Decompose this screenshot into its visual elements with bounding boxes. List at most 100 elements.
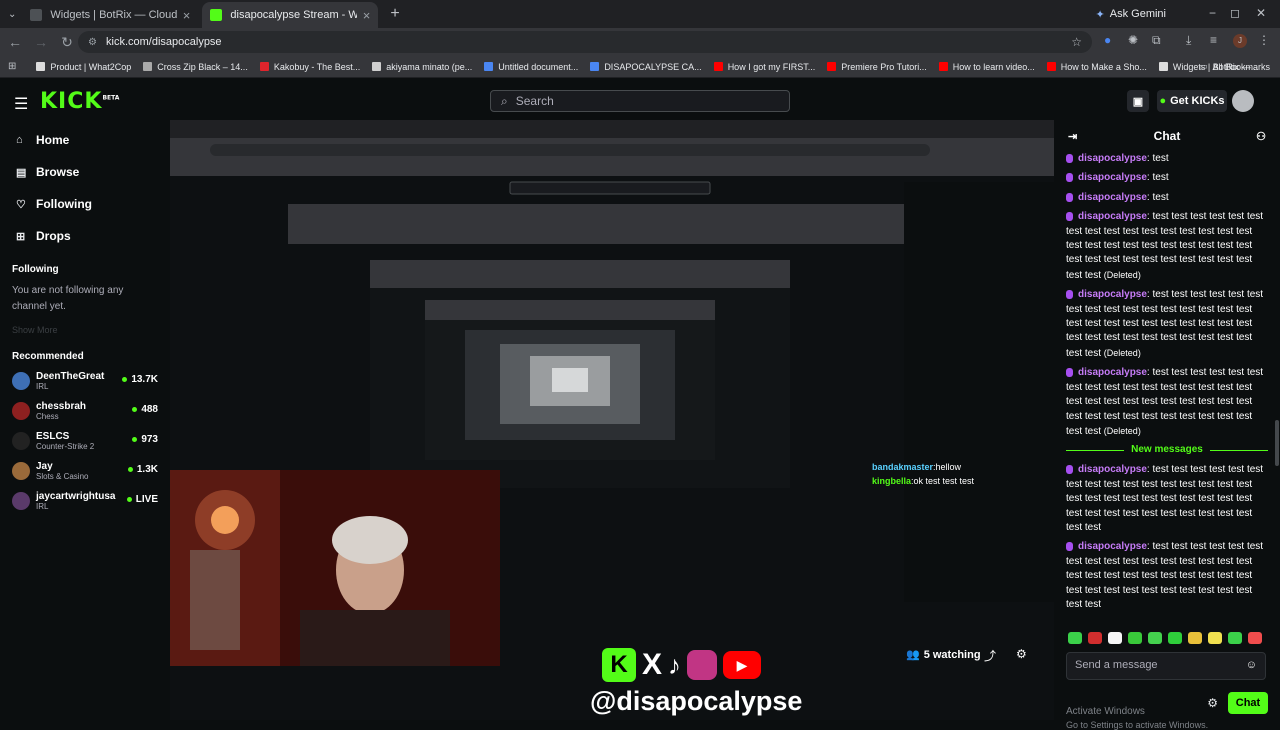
gemini-icon: ✦ — [1095, 8, 1105, 21]
recommended-channel[interactable]: jaycartwrightusa IRL LIVE — [0, 486, 170, 516]
chat-username[interactable]: disapocalypse — [1078, 192, 1147, 203]
bookmark-item[interactable]: How to Make a Sho... — [1046, 62, 1147, 72]
send-chat-button[interactable]: Chat — [1228, 692, 1268, 714]
emote-icon[interactable] — [1188, 632, 1202, 644]
search-icon: ⌕ — [501, 93, 508, 108]
extensions-puzzle-icon[interactable]: ⧉ — [1152, 33, 1161, 48]
channel-category: IRL — [36, 502, 49, 511]
emote-icon[interactable] — [1248, 632, 1262, 644]
emote-icon[interactable] — [1108, 632, 1122, 644]
minimize-button[interactable]: − — [1209, 6, 1216, 20]
chat-username[interactable]: disapocalypse — [1078, 211, 1147, 222]
recommended-channel[interactable]: ESLCS Counter-Strike 2 973 — [0, 426, 170, 456]
show-more-link[interactable]: Show More — [0, 325, 170, 335]
chat-username[interactable]: disapocalypse — [1078, 367, 1147, 378]
all-bookmarks-folder[interactable]: ▭ All Bookmarks — [1199, 61, 1270, 72]
profile-avatar[interactable]: J — [1233, 34, 1247, 48]
tab-title: disapocalypse Stream - Wa — [230, 9, 357, 21]
recommended-channel[interactable]: DeenTheGreat IRL 13.7K — [0, 366, 170, 396]
browser-menu-icon[interactable]: ⋮ — [1258, 33, 1270, 47]
recommended-channel[interactable]: Jay Slots & Casino 1.3K — [0, 456, 170, 486]
nav-item-browse[interactable]: ▤ Browse — [0, 156, 170, 188]
bookmark-item[interactable]: Kakobuy - The Best... — [259, 62, 360, 72]
site-info-icon[interactable]: ⚙ — [88, 37, 97, 48]
emote-icon[interactable] — [1128, 632, 1142, 644]
reload-icon[interactable]: ↻ — [54, 34, 80, 51]
hamburger-menu-icon[interactable]: ☰ — [14, 94, 28, 114]
nav-item-drops[interactable]: ⊞ Drops — [0, 220, 170, 252]
emote-icon[interactable] — [1208, 632, 1222, 644]
back-arrow-icon[interactable]: ← — [2, 34, 28, 50]
get-kicks-label: Get KICKs — [1170, 95, 1225, 107]
user-badge-icon — [1066, 465, 1073, 475]
apps-grid-icon[interactable]: ⊞ — [8, 61, 16, 72]
bookmark-favicon-icon — [938, 62, 948, 71]
following-icon: ♡ — [16, 198, 26, 211]
deleted-label: (Deleted) — [1103, 425, 1141, 436]
channel-avatar — [12, 402, 30, 420]
chat-settings-icon[interactable]: ⚙ — [1207, 696, 1218, 710]
user-avatar[interactable] — [1232, 90, 1254, 112]
bookmark-item[interactable]: How I got my FIRST... — [713, 62, 815, 72]
recommended-channel[interactable]: chessbrah Chess 488 — [0, 396, 170, 426]
tab-kick[interactable]: disapocalypse Stream - Wa × — [202, 2, 379, 28]
chat-username[interactable]: disapocalypse — [1078, 289, 1147, 300]
collapse-chat-icon[interactable]: ⇥ — [1068, 130, 1077, 143]
tab-close-icon[interactable]: × — [363, 8, 371, 23]
bookmark-favicon-icon — [36, 62, 46, 71]
viewer-count: 👥 5 watching — [906, 648, 981, 662]
bookmark-item[interactable]: Product | What2Cop — [36, 62, 131, 72]
url-field[interactable]: ⚙ kick.com/disapocalypse ☆ — [78, 31, 1092, 53]
chat-users-icon[interactable]: ⚇ — [1256, 130, 1266, 143]
dashboard-button[interactable]: ▣ — [1127, 90, 1149, 112]
tab-botrix[interactable]: Widgets | BotRix — Cloud Strea × — [22, 2, 198, 28]
chat-message: disapocalypse: test — [1066, 171, 1268, 185]
ask-gemini-label: Ask Gemini — [1109, 8, 1166, 20]
kick-logo[interactable]: KICKBETA — [40, 89, 119, 114]
stream-video-player[interactable]: bandakmaster: hellow kingbella: ok test … — [170, 120, 1054, 720]
bookmark-favicon-icon — [259, 62, 269, 71]
emoji-picker-icon[interactable]: ☺ — [1246, 659, 1257, 671]
download-icon[interactable]: ⤓ — [1186, 33, 1191, 48]
get-kicks-button[interactable]: ● Get KICKs — [1157, 90, 1227, 112]
emote-icon[interactable] — [1068, 632, 1082, 644]
nav-item-following[interactable]: ♡ Following — [0, 188, 170, 220]
bookmark-item[interactable]: Cross Zip Black – 14... — [143, 62, 248, 72]
chat-username[interactable]: disapocalypse — [1078, 541, 1147, 552]
reading-list-icon[interactable]: ≡ — [1210, 33, 1217, 47]
bookmark-item[interactable]: Premiere Pro Tutori... — [827, 62, 927, 72]
bookmark-item[interactable]: akiyama minato (pe... — [372, 62, 472, 72]
extension-icon[interactable]: ● — [1104, 33, 1111, 47]
stream-settings-icon[interactable]: ⚙ — [1016, 647, 1027, 661]
forward-arrow-icon[interactable]: → — [28, 34, 54, 50]
chat-username[interactable]: disapocalypse — [1078, 172, 1147, 183]
bookmark-item[interactable]: Untitled document... — [484, 62, 578, 72]
chat-title: Chat — [1153, 129, 1181, 143]
nav-item-home[interactable]: ⌂ Home — [0, 124, 170, 156]
emote-icon[interactable] — [1228, 632, 1242, 644]
emote-icon[interactable] — [1148, 632, 1162, 644]
new-tab-button[interactable]: + — [390, 5, 399, 23]
new-messages-divider[interactable]: New messages — [1066, 444, 1268, 455]
chat-input[interactable]: Send a message ☺ — [1066, 652, 1266, 680]
channel-name: ESLCS — [36, 431, 70, 442]
ask-gemini-button[interactable]: ✦ Ask Gemini — [1090, 5, 1172, 23]
chat-message: disapocalypse: test test test test test … — [1066, 541, 1264, 610]
bookmark-star-icon[interactable]: ☆ — [1071, 35, 1082, 49]
emote-icon[interactable] — [1088, 632, 1102, 644]
brightness-extension-icon[interactable]: ✺ — [1128, 33, 1138, 47]
bookmark-item[interactable]: DISAPOCALYPSE CA... — [590, 62, 702, 72]
emote-icon[interactable] — [1168, 632, 1182, 644]
search-input[interactable]: ⌕ Search — [490, 90, 790, 112]
chat-scrollbar[interactable] — [1275, 420, 1279, 466]
close-window-button[interactable]: ✕ — [1256, 6, 1266, 20]
chat-username[interactable]: disapocalypse — [1078, 464, 1147, 475]
chat-username[interactable]: disapocalypse — [1078, 153, 1147, 164]
bookmark-label: Untitled document... — [498, 61, 579, 72]
bookmark-item[interactable]: How to learn video... — [938, 62, 1035, 72]
tab-close-icon[interactable]: × — [183, 8, 191, 23]
tab-search-icon[interactable]: ⌄ — [8, 9, 16, 20]
share-icon[interactable]: ⤴ — [984, 647, 996, 664]
activate-windows-subtitle: Go to Settings to activate Windows. — [1066, 720, 1209, 730]
maximize-button[interactable]: ◻ — [1230, 6, 1240, 20]
